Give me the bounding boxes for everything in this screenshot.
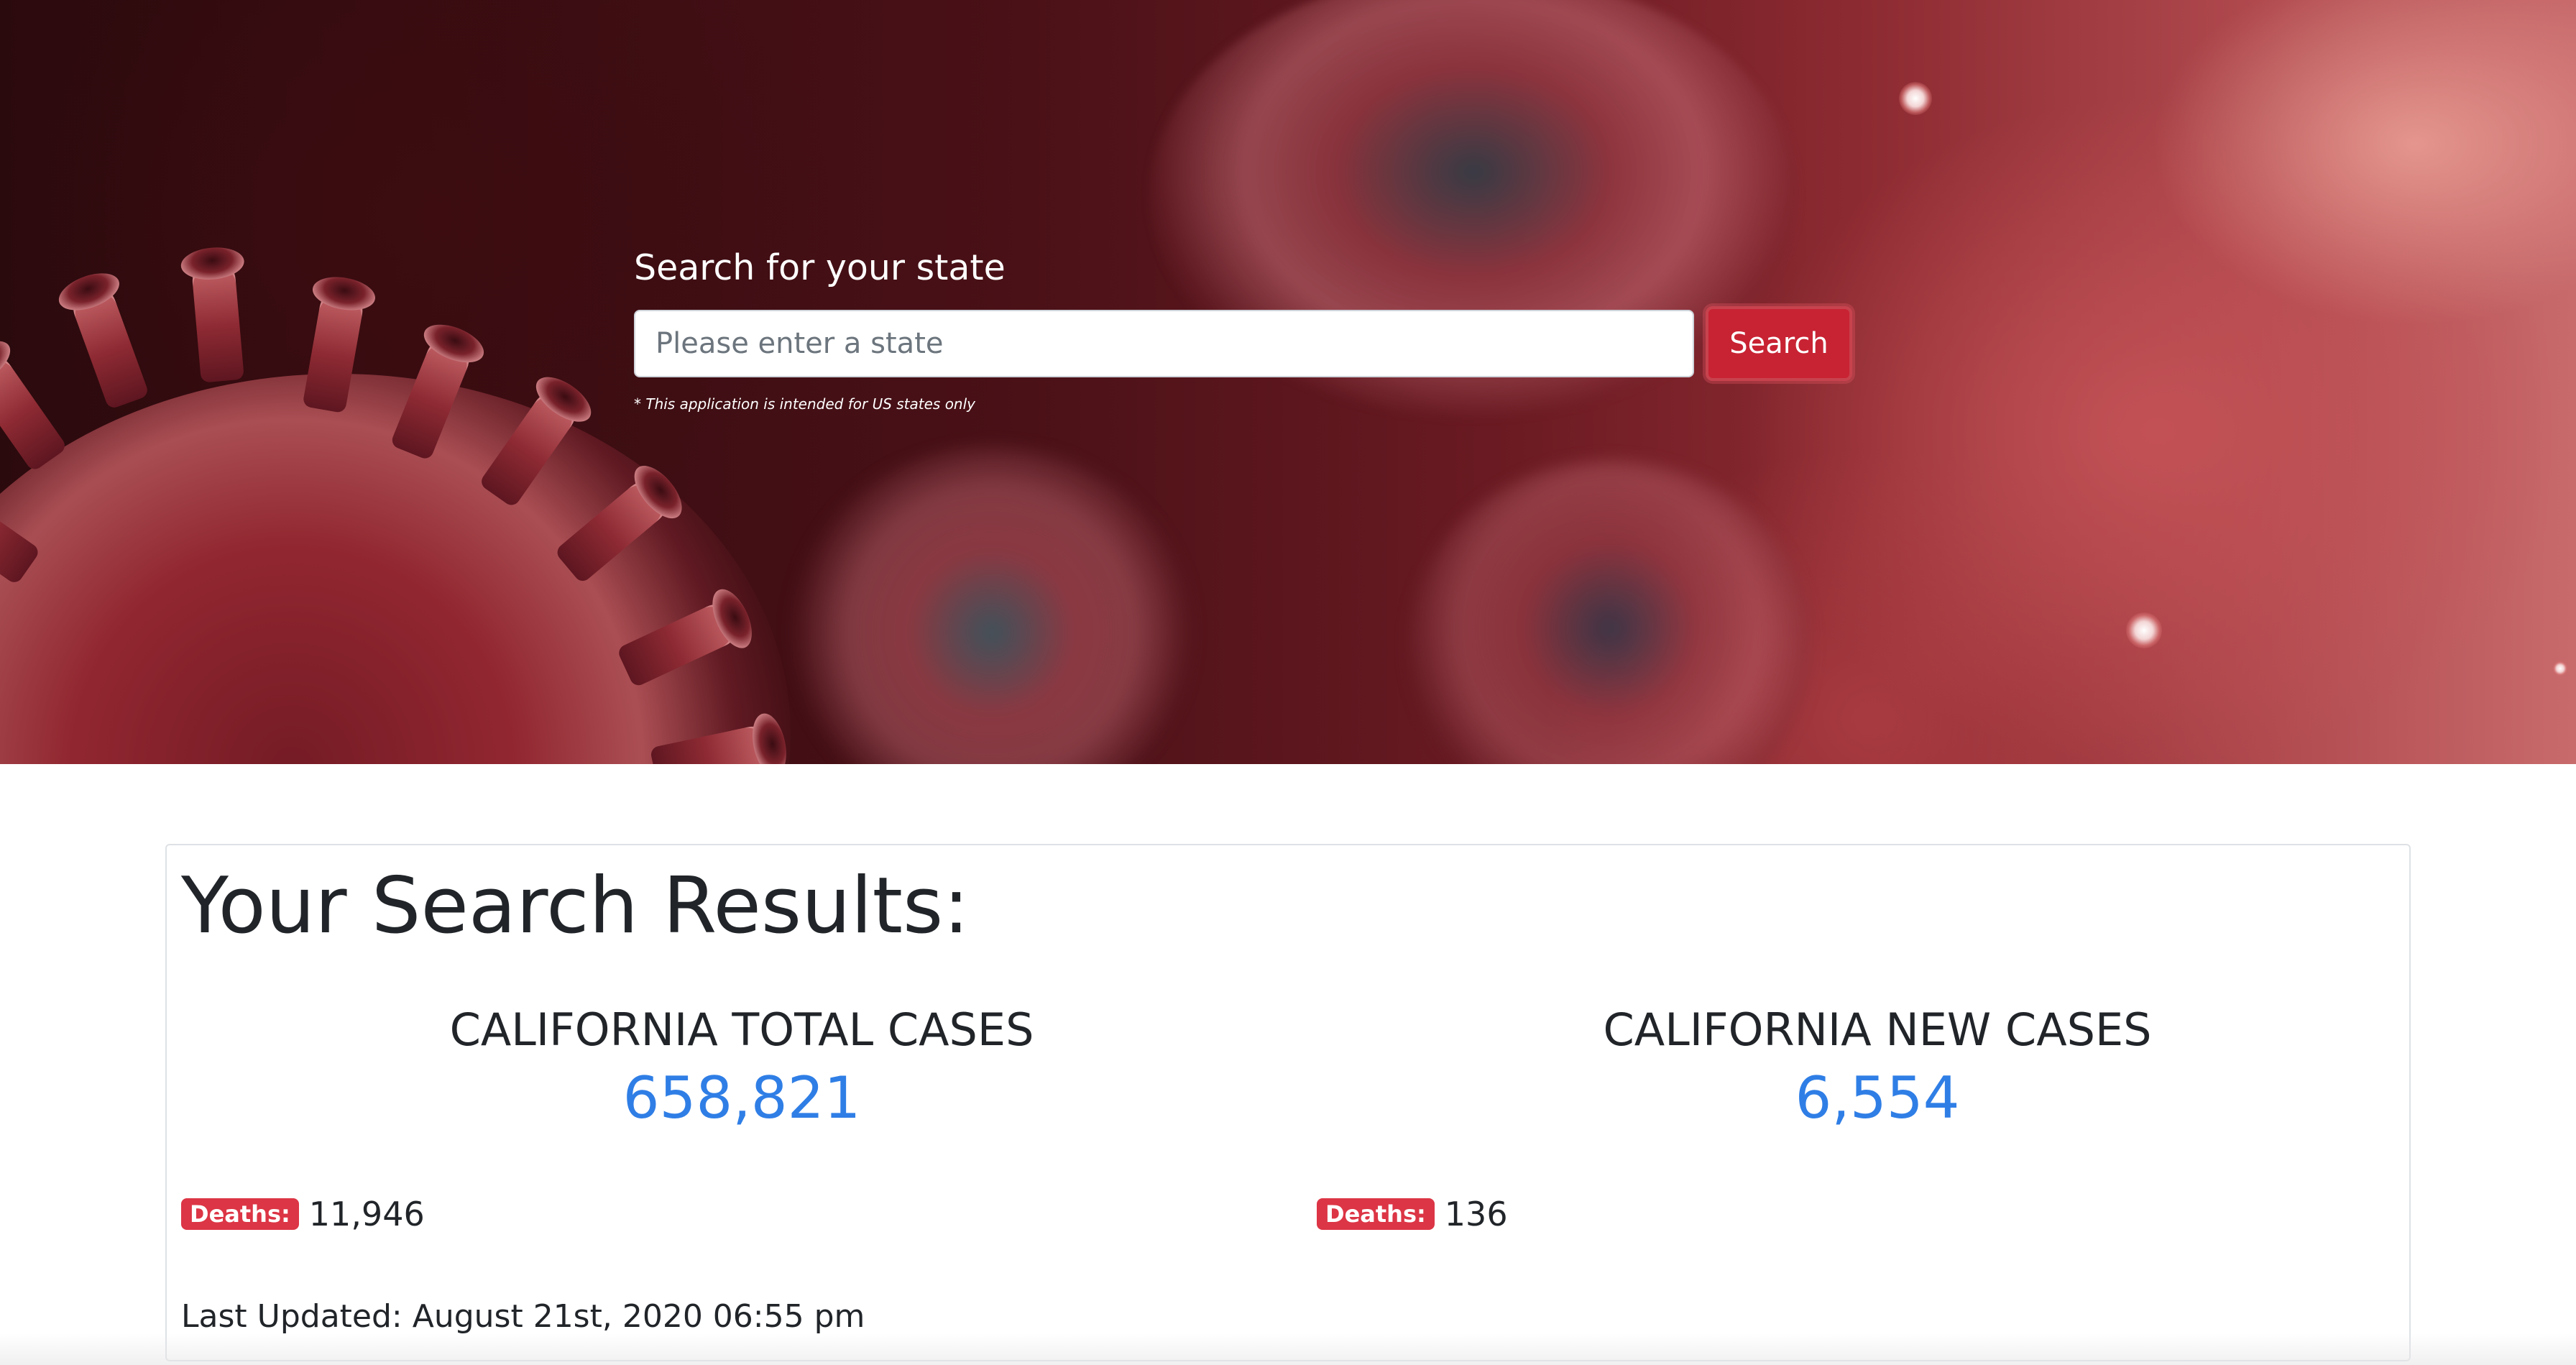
search-label: Search for your state xyxy=(634,247,1006,288)
new-cases-label: CALIFORNIA NEW CASES xyxy=(1603,1003,2152,1056)
results-title: Your Search Results: xyxy=(181,861,970,951)
deaths-badge: Deaths: xyxy=(1317,1198,1435,1230)
results-card: Your Search Results: CALIFORNIA TOTAL CA… xyxy=(165,844,2411,1361)
total-deaths-value: 11,946 xyxy=(308,1195,425,1233)
search-form: Search for your state Search * This appl… xyxy=(634,244,1856,413)
search-button[interactable]: Search xyxy=(1706,306,1852,381)
virus-background-image xyxy=(791,446,1193,764)
total-cases-stat: CALIFORNIA TOTAL CASES 658,821 xyxy=(181,998,1302,1134)
particle-dot xyxy=(1899,82,1932,115)
new-cases-value: 6,554 xyxy=(1795,1065,1960,1131)
total-deaths: Deaths: 11,946 xyxy=(181,1195,425,1233)
virus-spike xyxy=(0,347,68,473)
virus-spike xyxy=(67,280,150,410)
total-cases-value: 658,821 xyxy=(622,1065,861,1131)
virus-background-image xyxy=(1409,460,1811,764)
deaths-badge: Deaths: xyxy=(181,1198,299,1230)
us-only-note: * This application is intended for US st… xyxy=(634,395,975,413)
total-cases-label: CALIFORNIA TOTAL CASES xyxy=(449,1003,1034,1056)
state-search-input[interactable] xyxy=(634,310,1694,377)
virus-spike xyxy=(190,257,244,383)
new-cases-stat: CALIFORNIA NEW CASES 6,554 xyxy=(1317,998,2438,1134)
search-row: Search xyxy=(634,306,1856,381)
particle-dot xyxy=(2553,661,2567,676)
hero-banner: Search for your state Search * This appl… xyxy=(0,0,2576,764)
particle-dot xyxy=(2126,612,2162,648)
new-deaths-value: 136 xyxy=(1444,1195,1508,1233)
last-updated: Last Updated: August 21st, 2020 06:55 pm xyxy=(181,1298,865,1335)
new-deaths: Deaths: 136 xyxy=(1317,1195,1508,1233)
